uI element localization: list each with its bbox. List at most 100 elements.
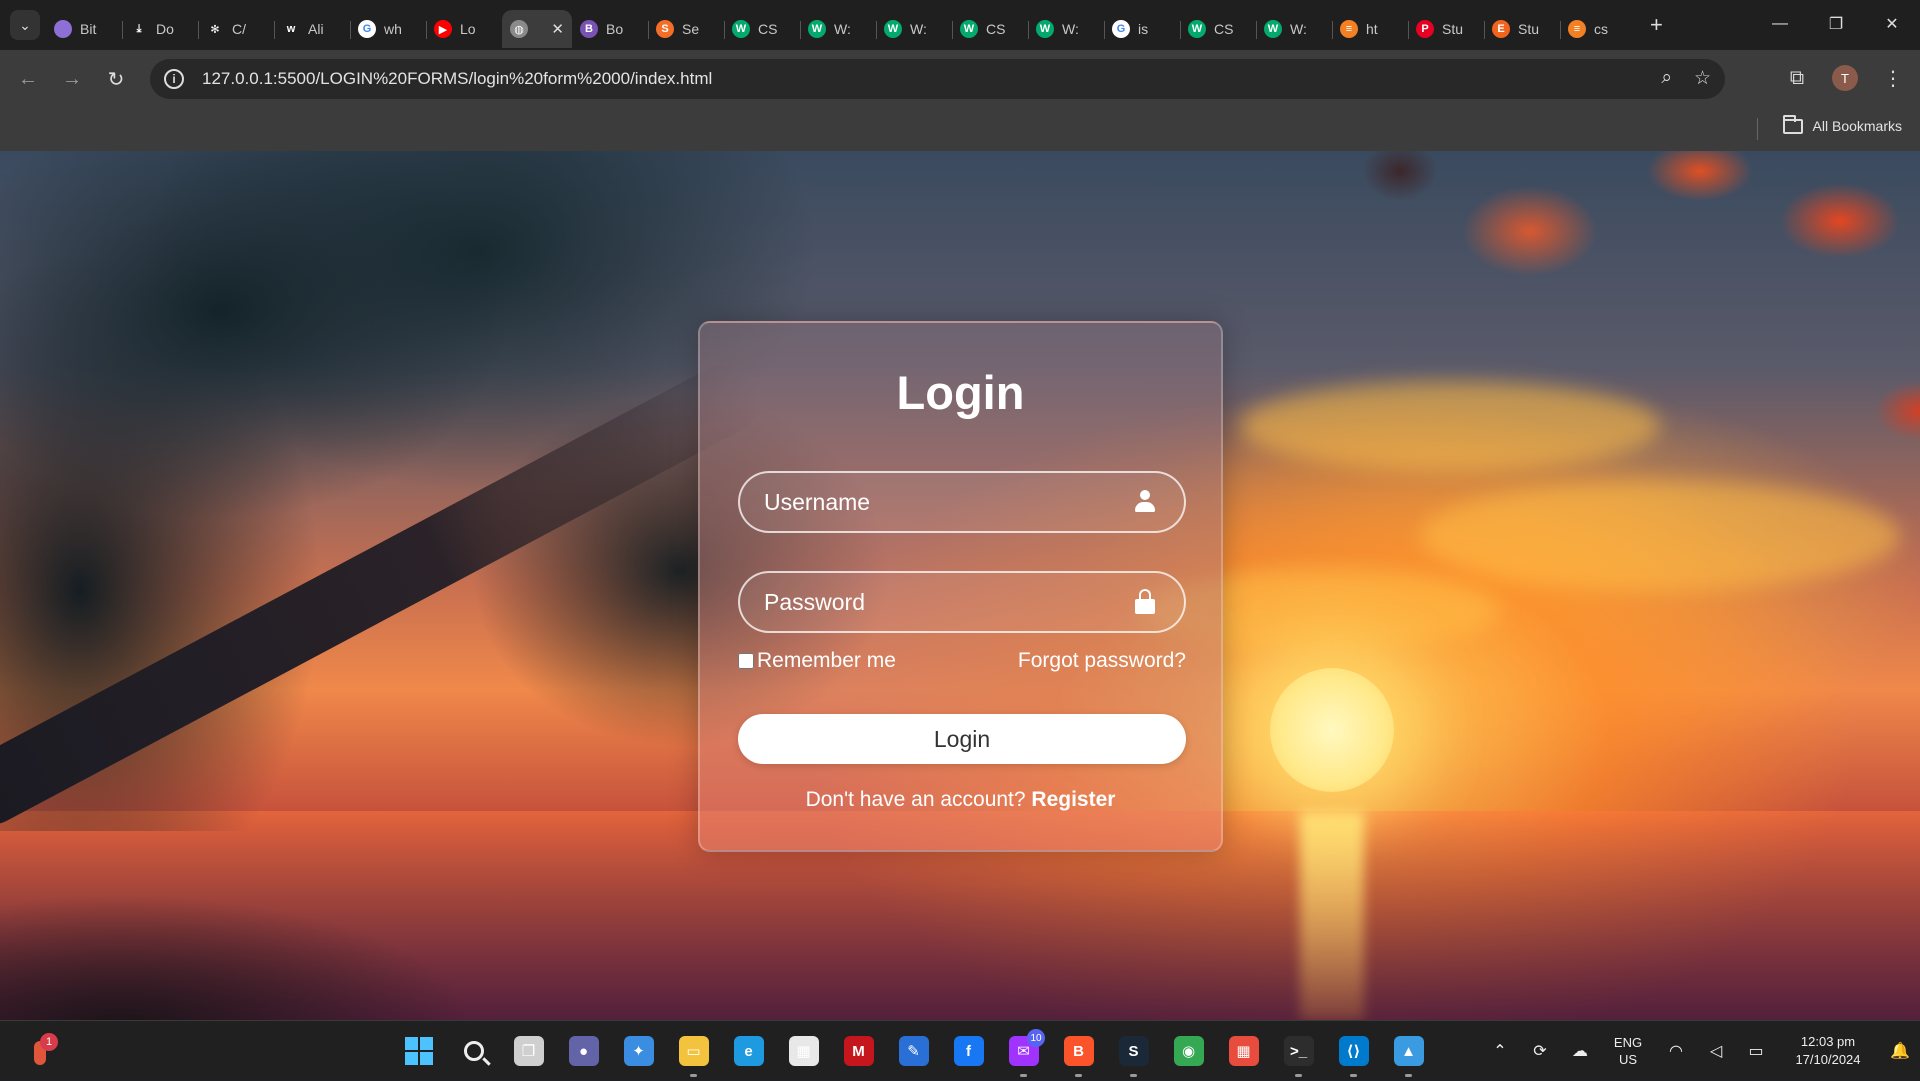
drawing-app[interactable]: ✎ [886, 1021, 941, 1081]
terminal-app[interactable]: >_ [1271, 1021, 1326, 1081]
new-tab-button[interactable]: + [1650, 12, 1663, 38]
browser-tab[interactable]: W W: [800, 10, 876, 48]
language-code: ENG [1613, 1035, 1643, 1050]
sun [1270, 668, 1394, 792]
browser-tab[interactable]: W W: [1028, 10, 1104, 48]
clock[interactable]: 12:03 pm 17/10/2024 [1776, 1033, 1880, 1069]
browser-tab[interactable]: ⤓ Do [122, 10, 198, 48]
browser-tab[interactable]: ▶ Lo [426, 10, 502, 48]
browser-tab[interactable]: W W: [1256, 10, 1332, 48]
browser-tab[interactable]: W W: [876, 10, 952, 48]
language-indicator[interactable]: ENG US [1600, 1034, 1656, 1068]
browser-tab[interactable]: w Ali [274, 10, 350, 48]
widgets-button[interactable]: 1 [26, 1033, 58, 1067]
vscode-app[interactable]: ⟨⟩ [1326, 1021, 1381, 1081]
minimize-icon[interactable]: — [1752, 0, 1808, 48]
pinterest-icon: P [1416, 20, 1434, 38]
browser-tab[interactable]: Bit [46, 10, 122, 48]
register-row: Don't have an account? Register [700, 788, 1221, 812]
semrush-icon: S [656, 20, 674, 38]
task-view-button[interactable]: ❐ [501, 1021, 556, 1081]
notification-bell-icon[interactable]: 🔔 [1880, 1041, 1920, 1061]
browser-tab[interactable]: W CS [952, 10, 1028, 48]
close-tab-icon[interactable]: ✕ [551, 20, 564, 38]
tab-title: W: [834, 21, 851, 37]
page-viewport: Login Remember me Forgot password? Login… [0, 151, 1920, 1020]
battery-icon[interactable]: ▭ [1736, 1041, 1776, 1061]
remember-me[interactable]: Remember me [738, 649, 896, 673]
brave-app[interactable]: B [1051, 1021, 1106, 1081]
chevron-up-icon[interactable]: ⌃ [1480, 1041, 1520, 1061]
browser-tab[interactable]: W CS [1180, 10, 1256, 48]
autumn-leaves [1280, 151, 1920, 571]
back-button[interactable]: ← [6, 57, 50, 101]
reload-icon: ↻ [107, 68, 125, 91]
store-app[interactable]: ▦ [776, 1021, 831, 1081]
browser-tab[interactable]: B Bo [572, 10, 648, 48]
tab-search-button[interactable]: ⌄ [10, 10, 40, 40]
username-input[interactable] [740, 473, 1130, 531]
tab-title: W: [1062, 21, 1079, 37]
cloud-icon[interactable]: ☁ [1560, 1041, 1600, 1061]
messenger-app[interactable]: ✉ 10 [996, 1021, 1051, 1081]
copilot-app[interactable]: ✦ [611, 1021, 666, 1081]
bookmark-star-icon[interactable]: ☆ [1694, 67, 1711, 90]
all-bookmarks-label: All Bookmarks [1812, 118, 1902, 134]
zoom-icon[interactable]: ⌕ [1661, 67, 1672, 90]
remember-me-checkbox[interactable] [738, 653, 754, 669]
tab-title: cs [1594, 21, 1608, 37]
extensions-icon[interactable]: ⧉ [1780, 58, 1814, 98]
browser-tab[interactable]: S Se [648, 10, 724, 48]
tab-title: CS [986, 21, 1006, 37]
login-button[interactable]: Login [738, 714, 1186, 764]
apps-grid-app[interactable]: ▦ [1216, 1021, 1271, 1081]
password-input[interactable] [740, 573, 1130, 631]
browser-tab[interactable]: W CS [724, 10, 800, 48]
address-url[interactable]: 127.0.0.1:5500/LOGIN%20FORMS/login%20for… [202, 69, 712, 89]
browser-tab[interactable]: ≡ ht [1332, 10, 1408, 48]
forgot-password-link[interactable]: Forgot password? [1018, 649, 1186, 673]
address-bar[interactable]: i 127.0.0.1:5500/LOGIN%20FORMS/login%20f… [150, 59, 1725, 99]
photos-app[interactable]: ▲ [1381, 1021, 1436, 1081]
search-button[interactable] [446, 1021, 501, 1081]
folder-icon [1782, 114, 1803, 134]
browser-tab[interactable]: P Stu [1408, 10, 1484, 48]
tab-list: Bit ⤓ Do ✻ C/w Ali Gwh ▶ Lo ◍ ✕ B Bo S Se W CS W W: W W: W CS W… [46, 0, 1636, 50]
edge-app[interactable]: e [721, 1021, 776, 1081]
site-info-icon[interactable]: i [164, 69, 184, 89]
remember-me-label: Remember me [757, 649, 896, 672]
browser-tab[interactable]: ◍ ✕ [502, 10, 572, 48]
system-tray: ⌃ ⟳ ☁ ENG US ◠ ◁ ▭ 12:03 pm 17/10/2024 🔔 [1480, 1021, 1920, 1081]
sync-icon[interactable]: ⟳ [1520, 1041, 1560, 1061]
forward-button[interactable]: → [50, 57, 94, 101]
teams-app[interactable]: ● [556, 1021, 611, 1081]
menu-kebab-icon[interactable]: ⋮ [1876, 58, 1910, 98]
volume-icon[interactable]: ◁ [1696, 1041, 1736, 1061]
register-link[interactable]: Register [1031, 788, 1115, 811]
browser-tab[interactable]: E Stu [1484, 10, 1560, 48]
tab-title: Ali [308, 21, 324, 37]
restore-icon[interactable]: ❐ [1808, 0, 1864, 48]
reload-button[interactable]: ↻ [94, 57, 138, 101]
profile-avatar[interactable]: T [1832, 65, 1858, 91]
facebook-app[interactable]: f [941, 1021, 996, 1081]
browser-tab[interactable]: ≡ cs [1560, 10, 1636, 48]
mcafee-app[interactable]: M [831, 1021, 886, 1081]
stackoverflow-icon: ≡ [1340, 20, 1358, 38]
clock-date: 17/10/2024 [1795, 1052, 1861, 1067]
keyboard-region: US [1618, 1052, 1638, 1067]
browser-tab[interactable]: Gis [1104, 10, 1180, 48]
wifi-icon[interactable]: ◠ [1656, 1041, 1696, 1061]
browser-tab[interactable]: ✻ C/ [198, 10, 274, 48]
start-button[interactable] [391, 1021, 446, 1081]
w3schools-icon: W [732, 20, 750, 38]
photos-icon: ▲ [1393, 1036, 1424, 1066]
all-bookmarks-button[interactable]: All Bookmarks [1782, 114, 1902, 134]
file-explorer-app[interactable]: ▭ [666, 1021, 721, 1081]
w3schools-icon: W [1036, 20, 1054, 38]
chrome-app[interactable]: ◉ [1161, 1021, 1216, 1081]
steam-app[interactable]: S [1106, 1021, 1161, 1081]
lock-icon [1135, 589, 1155, 615]
browser-tab[interactable]: Gwh [350, 10, 426, 48]
close-window-icon[interactable]: ✕ [1864, 0, 1920, 48]
